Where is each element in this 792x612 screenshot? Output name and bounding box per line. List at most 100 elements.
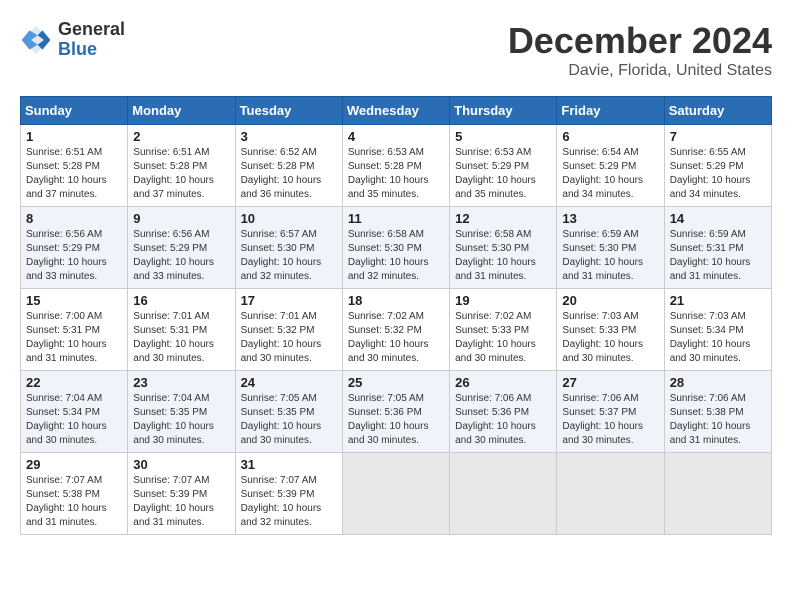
day-number: 27 xyxy=(562,375,658,390)
day-number: 15 xyxy=(26,293,122,308)
table-row: 22 Sunrise: 7:04 AM Sunset: 5:34 PM Dayl… xyxy=(21,371,128,453)
table-row: 26 Sunrise: 7:06 AM Sunset: 5:36 PM Dayl… xyxy=(450,371,557,453)
table-row xyxy=(450,453,557,535)
calendar-table: Sunday Monday Tuesday Wednesday Thursday… xyxy=(20,96,772,535)
day-number: 1 xyxy=(26,129,122,144)
calendar-week-row: 1 Sunrise: 6:51 AM Sunset: 5:28 PM Dayli… xyxy=(21,125,772,207)
day-info: Sunrise: 6:51 AM Sunset: 5:28 PM Dayligh… xyxy=(133,146,229,202)
col-thursday: Thursday xyxy=(450,97,557,125)
table-row: 28 Sunrise: 7:06 AM Sunset: 5:38 PM Dayl… xyxy=(664,371,771,453)
table-row: 11 Sunrise: 6:58 AM Sunset: 5:30 PM Dayl… xyxy=(342,207,449,289)
day-number: 13 xyxy=(562,211,658,226)
table-row: 29 Sunrise: 7:07 AM Sunset: 5:38 PM Dayl… xyxy=(21,453,128,535)
month-title: December 2024 xyxy=(508,20,772,62)
day-number: 6 xyxy=(562,129,658,144)
day-number: 29 xyxy=(26,457,122,472)
table-row: 21 Sunrise: 7:03 AM Sunset: 5:34 PM Dayl… xyxy=(664,289,771,371)
day-info: Sunrise: 6:58 AM Sunset: 5:30 PM Dayligh… xyxy=(455,228,551,284)
table-row: 14 Sunrise: 6:59 AM Sunset: 5:31 PM Dayl… xyxy=(664,207,771,289)
day-number: 14 xyxy=(670,211,766,226)
day-info: Sunrise: 7:03 AM Sunset: 5:34 PM Dayligh… xyxy=(670,310,766,366)
table-row: 4 Sunrise: 6:53 AM Sunset: 5:28 PM Dayli… xyxy=(342,125,449,207)
calendar-header-row: Sunday Monday Tuesday Wednesday Thursday… xyxy=(21,97,772,125)
table-row: 19 Sunrise: 7:02 AM Sunset: 5:33 PM Dayl… xyxy=(450,289,557,371)
day-number: 25 xyxy=(348,375,444,390)
table-row: 7 Sunrise: 6:55 AM Sunset: 5:29 PM Dayli… xyxy=(664,125,771,207)
day-number: 8 xyxy=(26,211,122,226)
day-info: Sunrise: 6:59 AM Sunset: 5:31 PM Dayligh… xyxy=(670,228,766,284)
day-info: Sunrise: 7:05 AM Sunset: 5:35 PM Dayligh… xyxy=(241,392,337,448)
table-row: 1 Sunrise: 6:51 AM Sunset: 5:28 PM Dayli… xyxy=(21,125,128,207)
location-title: Davie, Florida, United States xyxy=(508,62,772,80)
calendar-week-row: 15 Sunrise: 7:00 AM Sunset: 5:31 PM Dayl… xyxy=(21,289,772,371)
table-row: 12 Sunrise: 6:58 AM Sunset: 5:30 PM Dayl… xyxy=(450,207,557,289)
table-row: 31 Sunrise: 7:07 AM Sunset: 5:39 PM Dayl… xyxy=(235,453,342,535)
day-number: 11 xyxy=(348,211,444,226)
day-number: 12 xyxy=(455,211,551,226)
col-monday: Monday xyxy=(128,97,235,125)
calendar-week-row: 8 Sunrise: 6:56 AM Sunset: 5:29 PM Dayli… xyxy=(21,207,772,289)
day-info: Sunrise: 7:03 AM Sunset: 5:33 PM Dayligh… xyxy=(562,310,658,366)
day-info: Sunrise: 7:06 AM Sunset: 5:36 PM Dayligh… xyxy=(455,392,551,448)
table-row: 18 Sunrise: 7:02 AM Sunset: 5:32 PM Dayl… xyxy=(342,289,449,371)
day-info: Sunrise: 6:55 AM Sunset: 5:29 PM Dayligh… xyxy=(670,146,766,202)
table-row: 30 Sunrise: 7:07 AM Sunset: 5:39 PM Dayl… xyxy=(128,453,235,535)
day-info: Sunrise: 6:56 AM Sunset: 5:29 PM Dayligh… xyxy=(26,228,122,284)
day-info: Sunrise: 6:58 AM Sunset: 5:30 PM Dayligh… xyxy=(348,228,444,284)
day-number: 10 xyxy=(241,211,337,226)
day-info: Sunrise: 7:01 AM Sunset: 5:32 PM Dayligh… xyxy=(241,310,337,366)
day-number: 4 xyxy=(348,129,444,144)
table-row: 27 Sunrise: 7:06 AM Sunset: 5:37 PM Dayl… xyxy=(557,371,664,453)
day-info: Sunrise: 7:06 AM Sunset: 5:38 PM Dayligh… xyxy=(670,392,766,448)
logo: General Blue xyxy=(20,20,125,60)
logo-line2: Blue xyxy=(58,40,125,60)
day-info: Sunrise: 7:06 AM Sunset: 5:37 PM Dayligh… xyxy=(562,392,658,448)
day-info: Sunrise: 6:51 AM Sunset: 5:28 PM Dayligh… xyxy=(26,146,122,202)
table-row: 17 Sunrise: 7:01 AM Sunset: 5:32 PM Dayl… xyxy=(235,289,342,371)
table-row: 16 Sunrise: 7:01 AM Sunset: 5:31 PM Dayl… xyxy=(128,289,235,371)
day-info: Sunrise: 6:53 AM Sunset: 5:29 PM Dayligh… xyxy=(455,146,551,202)
table-row: 23 Sunrise: 7:04 AM Sunset: 5:35 PM Dayl… xyxy=(128,371,235,453)
day-info: Sunrise: 7:02 AM Sunset: 5:32 PM Dayligh… xyxy=(348,310,444,366)
day-info: Sunrise: 7:07 AM Sunset: 5:39 PM Dayligh… xyxy=(241,474,337,530)
day-number: 26 xyxy=(455,375,551,390)
table-row: 15 Sunrise: 7:00 AM Sunset: 5:31 PM Dayl… xyxy=(21,289,128,371)
day-number: 7 xyxy=(670,129,766,144)
day-number: 16 xyxy=(133,293,229,308)
day-number: 19 xyxy=(455,293,551,308)
logo-line1: General xyxy=(58,20,125,40)
col-saturday: Saturday xyxy=(664,97,771,125)
table-row: 20 Sunrise: 7:03 AM Sunset: 5:33 PM Dayl… xyxy=(557,289,664,371)
day-info: Sunrise: 7:00 AM Sunset: 5:31 PM Dayligh… xyxy=(26,310,122,366)
day-number: 3 xyxy=(241,129,337,144)
day-info: Sunrise: 6:54 AM Sunset: 5:29 PM Dayligh… xyxy=(562,146,658,202)
day-info: Sunrise: 7:04 AM Sunset: 5:35 PM Dayligh… xyxy=(133,392,229,448)
table-row: 3 Sunrise: 6:52 AM Sunset: 5:28 PM Dayli… xyxy=(235,125,342,207)
table-row: 9 Sunrise: 6:56 AM Sunset: 5:29 PM Dayli… xyxy=(128,207,235,289)
day-number: 23 xyxy=(133,375,229,390)
day-number: 17 xyxy=(241,293,337,308)
day-number: 30 xyxy=(133,457,229,472)
table-row: 5 Sunrise: 6:53 AM Sunset: 5:29 PM Dayli… xyxy=(450,125,557,207)
table-row: 25 Sunrise: 7:05 AM Sunset: 5:36 PM Dayl… xyxy=(342,371,449,453)
day-number: 2 xyxy=(133,129,229,144)
table-row: 24 Sunrise: 7:05 AM Sunset: 5:35 PM Dayl… xyxy=(235,371,342,453)
day-number: 24 xyxy=(241,375,337,390)
day-number: 28 xyxy=(670,375,766,390)
day-info: Sunrise: 7:07 AM Sunset: 5:38 PM Dayligh… xyxy=(26,474,122,530)
logo-text: General Blue xyxy=(58,20,125,60)
day-number: 20 xyxy=(562,293,658,308)
day-info: Sunrise: 6:56 AM Sunset: 5:29 PM Dayligh… xyxy=(133,228,229,284)
table-row xyxy=(342,453,449,535)
day-info: Sunrise: 7:02 AM Sunset: 5:33 PM Dayligh… xyxy=(455,310,551,366)
calendar-week-row: 22 Sunrise: 7:04 AM Sunset: 5:34 PM Dayl… xyxy=(21,371,772,453)
day-number: 21 xyxy=(670,293,766,308)
day-info: Sunrise: 6:57 AM Sunset: 5:30 PM Dayligh… xyxy=(241,228,337,284)
day-info: Sunrise: 7:04 AM Sunset: 5:34 PM Dayligh… xyxy=(26,392,122,448)
table-row: 13 Sunrise: 6:59 AM Sunset: 5:30 PM Dayl… xyxy=(557,207,664,289)
col-friday: Friday xyxy=(557,97,664,125)
day-info: Sunrise: 6:59 AM Sunset: 5:30 PM Dayligh… xyxy=(562,228,658,284)
day-number: 18 xyxy=(348,293,444,308)
day-info: Sunrise: 6:52 AM Sunset: 5:28 PM Dayligh… xyxy=(241,146,337,202)
col-sunday: Sunday xyxy=(21,97,128,125)
